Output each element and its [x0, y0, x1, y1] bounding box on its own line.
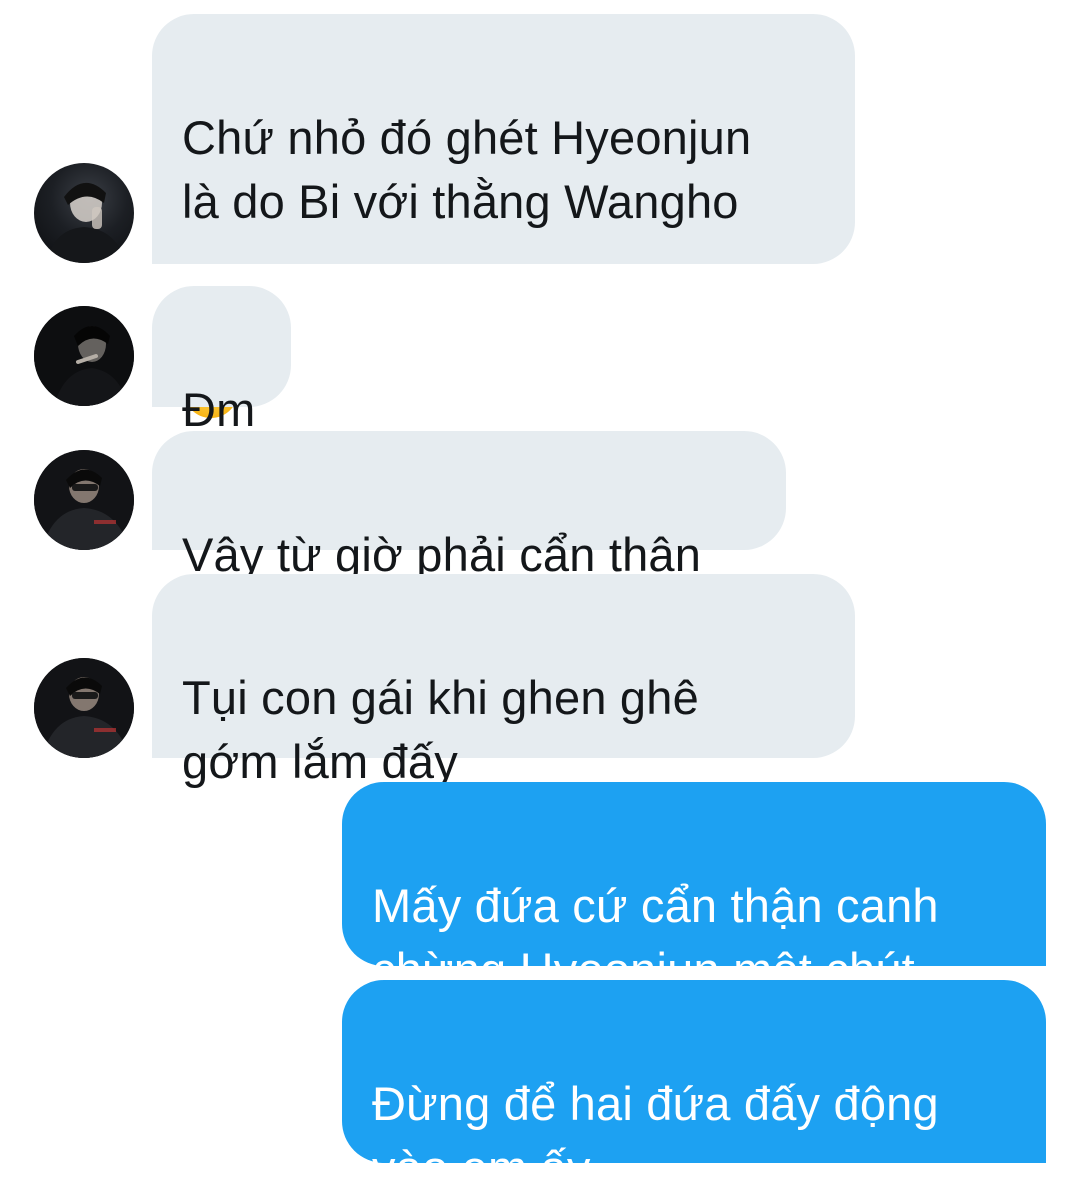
chat-screen: { "messages": [ {"direction": "incoming"…: [0, 0, 1080, 1194]
sender-avatar[interactable]: [34, 163, 134, 263]
message-text: Tụi con gái khi ghen ghê gớm lắm đấy: [182, 671, 699, 788]
sender-avatar[interactable]: [34, 450, 134, 550]
message-bubble-outgoing[interactable]: Mấy đứa cứ cẩn thận canh chừng Hyeonjun …: [342, 782, 1046, 996]
message-text: Mấy đứa cứ cẩn thận canh chừng Hyeonjun …: [372, 879, 939, 996]
message-text: Đừng để hai đứa đấy động vào em ấy: [372, 1077, 939, 1194]
sender-avatar[interactable]: [34, 306, 134, 406]
message-bubble-incoming[interactable]: Đm: [152, 286, 291, 436]
message-bubble-incoming[interactable]: Chứ nhỏ đó ghét Hyeonjun là do Bi với th…: [152, 14, 855, 419]
message-bubble-outgoing[interactable]: Đừng để hai đứa đấy động vào em ấy: [342, 980, 1046, 1194]
message-bubble-incoming[interactable]: Vậy từ giờ phải cẩn thận: [152, 431, 786, 581]
message-text: Đm: [182, 383, 256, 436]
message-bubble-incoming[interactable]: Tụi con gái khi ghen ghê gớm lắm đấy: [152, 574, 855, 788]
message-text: Chứ nhỏ đó ghét Hyeonjun là do Bi với th…: [182, 111, 752, 228]
sender-avatar[interactable]: [34, 658, 134, 758]
